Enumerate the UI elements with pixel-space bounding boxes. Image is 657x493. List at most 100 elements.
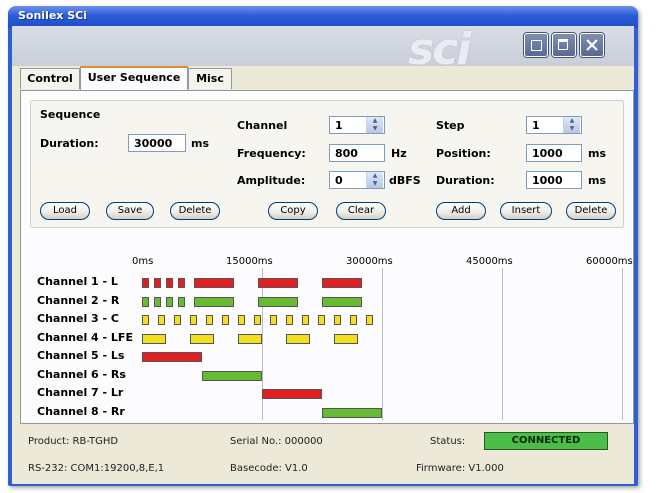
sequence-step-block[interactable]	[350, 315, 358, 325]
tab-user-sequence[interactable]: User Sequence	[80, 66, 188, 90]
sequence-step-block[interactable]	[206, 315, 214, 325]
sequence-step-block[interactable]	[318, 315, 326, 325]
sequence-step-block[interactable]	[270, 315, 278, 325]
amplitude-label: Amplitude:	[237, 174, 306, 187]
connection-status-badge: CONNECTED	[484, 432, 608, 450]
sequence-step-block[interactable]	[190, 333, 214, 344]
sequence-step-block[interactable]	[238, 333, 262, 344]
channel-label: Channel	[237, 119, 288, 132]
position-input[interactable]: 1000	[526, 144, 582, 162]
sequence-step-block[interactable]	[202, 370, 262, 381]
spinner-arrows-icon[interactable]: ▲ ▼	[366, 172, 383, 188]
amplitude-value: 0	[335, 174, 343, 187]
amplitude-unit: dBFS	[389, 174, 421, 187]
sequence-delete-button[interactable]: Delete	[170, 202, 220, 220]
sequence-step-block[interactable]	[286, 315, 294, 325]
channel-row-label: Channel 2 - R	[37, 293, 120, 307]
sequence-step-block[interactable]	[154, 278, 162, 288]
sequence-step-block[interactable]	[142, 333, 166, 344]
frequency-input[interactable]: 800	[329, 144, 385, 162]
sequence-step-block[interactable]	[178, 296, 186, 307]
sequence-step-block[interactable]	[178, 278, 186, 288]
sequence-step-block[interactable]	[322, 278, 362, 288]
insert-button[interactable]: Insert	[500, 202, 552, 220]
restore-icon	[531, 40, 542, 51]
save-button[interactable]: Save	[106, 202, 154, 220]
sequence-step-block[interactable]	[142, 315, 150, 325]
sequence-step-block[interactable]	[334, 315, 342, 325]
sequence-heading: Sequence	[40, 108, 101, 121]
copy-button[interactable]: Copy	[268, 202, 318, 220]
channel-spinner[interactable]: 1 ▲ ▼	[329, 116, 385, 134]
time-tick-label: 30000ms	[346, 256, 393, 267]
load-button[interactable]: Load	[40, 202, 90, 220]
time-tick-label: 15000ms	[226, 256, 273, 267]
sequence-step-block[interactable]	[194, 296, 234, 307]
sequence-step-block[interactable]	[286, 333, 310, 344]
channel-row-label: Channel 7 - Lr	[37, 386, 124, 399]
close-button[interactable]	[580, 33, 604, 57]
title-bar[interactable]	[8, 6, 638, 28]
channel-row-label: Channel 8 - Rr	[37, 404, 125, 418]
clear-button[interactable]: Clear	[336, 202, 386, 220]
sequence-step-block[interactable]	[174, 315, 182, 325]
tab-control[interactable]: Control	[20, 68, 80, 89]
time-tick-label: 0ms	[132, 256, 154, 267]
sequence-step-block[interactable]	[262, 389, 322, 399]
firmware-text: Firmware: V1.000	[416, 463, 504, 474]
channel-row-label: Channel 3 - C	[37, 312, 120, 325]
sequence-duration-label: Duration:	[40, 137, 99, 150]
time-tick-label: 60000ms	[586, 256, 633, 267]
position-unit: ms	[588, 147, 607, 160]
spinner-arrows-icon[interactable]: ▲ ▼	[366, 117, 383, 133]
sequence-step-block[interactable]	[302, 315, 310, 325]
amplitude-spinner[interactable]: 0 ▲ ▼	[329, 171, 385, 189]
spinner-arrows-icon[interactable]: ▲ ▼	[563, 117, 580, 133]
sequence-step-block[interactable]	[142, 296, 150, 307]
step-duration-unit: ms	[588, 174, 607, 187]
sequence-step-block[interactable]	[366, 315, 374, 325]
time-gridline	[502, 268, 503, 420]
product-text: Product: RB-TGHD	[28, 436, 119, 447]
step-value: 1	[532, 119, 540, 132]
tab-misc[interactable]: Misc	[188, 68, 232, 89]
sequence-step-block[interactable]	[254, 315, 262, 325]
sequence-step-block[interactable]	[258, 296, 298, 307]
sequence-step-block[interactable]	[166, 278, 174, 288]
channel-row-label: Channel 4 - LFE	[37, 330, 133, 344]
sequence-step-block[interactable]	[238, 315, 246, 325]
add-button[interactable]: Add	[436, 202, 486, 220]
close-icon	[586, 39, 598, 51]
sequence-step-block[interactable]	[334, 333, 358, 344]
frequency-label: Frequency:	[237, 147, 306, 160]
sequence-step-block[interactable]	[158, 315, 166, 325]
step-label: Step	[436, 119, 465, 132]
sequence-step-block[interactable]	[258, 278, 298, 288]
frequency-unit: Hz	[391, 147, 407, 160]
channel-row-label: Channel 1 - L	[37, 275, 118, 288]
step-spinner[interactable]: 1 ▲ ▼	[526, 116, 582, 134]
sequence-step-block[interactable]	[142, 278, 150, 288]
step-delete-button[interactable]: Delete	[566, 202, 616, 220]
time-tick-label: 45000ms	[466, 256, 513, 267]
sequence-timeline[interactable]: 0ms 15000ms 30000ms 45000ms 60000ms Channel 1…	[30, 236, 633, 422]
sequence-step-block[interactable]	[322, 296, 362, 307]
minimize-button[interactable]	[552, 33, 576, 57]
sequence-duration-input[interactable]: 30000	[128, 134, 186, 152]
sequence-step-block[interactable]	[222, 315, 230, 325]
window-title: Sonilex SCi	[18, 9, 88, 22]
sequence-step-block[interactable]	[190, 315, 198, 325]
sequence-step-block[interactable]	[194, 278, 234, 288]
sequence-step-block[interactable]	[166, 296, 174, 307]
restore-button[interactable]	[524, 33, 548, 57]
step-duration-input[interactable]: 1000	[526, 171, 582, 189]
rs232-text: RS-232: COM1:19200,8,E,1	[28, 463, 165, 474]
time-gridline	[382, 268, 383, 420]
sequence-step-block[interactable]	[322, 407, 382, 418]
serial-number-text: Serial No.: 000000	[230, 436, 323, 447]
channel-row-label: Channel 5 - Ls	[37, 349, 125, 362]
channel-value: 1	[335, 119, 343, 132]
sequence-step-block[interactable]	[154, 296, 162, 307]
basecode-text: Basecode: V1.0	[230, 463, 308, 474]
sequence-step-block[interactable]	[142, 352, 202, 362]
